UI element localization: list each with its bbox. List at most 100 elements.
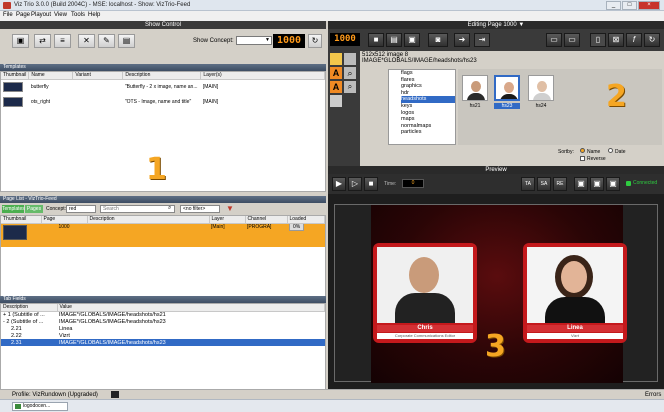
table-row[interactable]: - 2 (Subtitle of ... IMAGE*/GLOBALS/IMAG… [1,318,325,325]
sa-button[interactable]: SA [537,177,551,191]
concept-select[interactable]: red [66,205,96,213]
filter-select[interactable]: <no filter> [180,205,220,213]
search-tool-icon[interactable]: ⌕ [344,81,356,93]
zoom-tool-icon[interactable]: ⌕ [344,67,356,79]
ta-button[interactable]: TA [521,177,535,191]
play-button[interactable]: ▶ [332,177,346,191]
arrow-right-button[interactable]: ➜ [454,33,470,47]
col-layers[interactable]: Layer(s) [200,72,325,80]
page-number-display[interactable]: 1000 [273,34,305,48]
taskbar-item[interactable]: logodocen... [12,402,68,411]
tree-item[interactable]: normalmaps [401,123,455,130]
col-name[interactable]: Name [28,72,74,80]
thumb-hs21[interactable] [462,75,488,101]
out-button[interactable]: ▣ [404,33,420,47]
errors-label[interactable]: Errors [645,392,661,398]
table-row[interactable]: + 1 (Subtitle of ... IMAGE*/GLOBALS/IMAG… [1,311,325,318]
editing-page-number[interactable]: 1000 [330,33,360,46]
menu-view[interactable]: View [54,12,67,18]
edit-button[interactable]: ✎ [98,34,115,48]
transition-button[interactable]: ⊠ [608,33,624,47]
tree-item[interactable]: flares [401,77,455,84]
stop-button[interactable]: ■ [364,177,378,191]
col-thumbnail[interactable]: Thumbnail [1,72,30,80]
tree-item[interactable]: hdr [401,90,455,97]
table-row[interactable]: 2.21 Linea [1,325,325,332]
export-button[interactable]: ≡ [54,34,71,48]
filter-icon[interactable]: ▼ [226,204,234,213]
open-folder-button[interactable]: ▣ [12,34,29,48]
field-value[interactable]: Vizrt [57,332,325,339]
font-tool-icon-2[interactable]: A [330,81,342,93]
col-channel[interactable]: Channel [245,216,288,224]
col-loaded[interactable]: Loaded [287,216,325,224]
reverse-checkbox[interactable] [580,156,585,161]
take-button[interactable]: ■ [368,33,384,47]
person-view-button-2[interactable]: ▣ [590,177,604,191]
maximize-button[interactable]: □ [622,1,637,10]
tree-item[interactable]: particles [401,129,455,136]
table-row[interactable]: 1000 [Main] [PROGRA] 0% [1,223,325,247]
import-button[interactable]: ⇄ [34,34,51,48]
col-layer[interactable]: Layer [209,216,246,224]
function-button[interactable]: f [626,33,642,47]
tree-item[interactable]: maps [401,116,455,123]
refresh-button[interactable]: ↻ [308,34,322,48]
tree-item[interactable]: keys [401,103,455,110]
tree-item-selected[interactable]: headshots [401,96,455,103]
refresh-button[interactable]: ↻ [644,33,660,47]
tools-button[interactable]: ✕ [78,34,95,48]
sort-name-radio[interactable] [580,148,585,153]
col-description[interactable]: Description [122,72,202,80]
thumb-hs23[interactable] [494,75,520,101]
field-value[interactable]: IMAGE*/GLOBALS/IMAGE/headshots/hs21 [57,311,325,318]
sort-date-radio[interactable] [608,148,613,153]
table-row[interactable]: ots_right "OTS - Image, name and title" … [1,94,325,109]
tab-templates[interactable]: Templates [2,205,25,213]
field-value[interactable]: Linea [57,325,325,332]
re-button[interactable]: RE [553,177,567,191]
tree-item[interactable]: logos [401,110,455,117]
close-button[interactable]: × [638,1,660,10]
props-button[interactable]: ▯ [590,33,606,47]
save-as-button[interactable]: ▭ [564,33,580,47]
expand-icon[interactable]: + [3,312,6,318]
table-row-selected[interactable]: 2.31 IMAGE*/GLOBALS/IMAGE/headshots/hs23 [1,339,325,346]
show-concept-select[interactable]: ▼ [236,36,272,45]
menu-playout[interactable]: Playout [31,12,51,18]
search-input[interactable] [100,205,175,213]
minimize-button[interactable]: _ [606,1,621,10]
table-row[interactable]: butterfly "Butterfly - 2 x image, name a… [1,79,325,94]
field-value[interactable]: IMAGE*/GLOBALS/IMAGE/headshots/hs23 [57,339,325,346]
col-thumbnail[interactable]: Thumbnail [1,216,42,224]
col-variant[interactable]: Variant [72,72,124,80]
menu-tools[interactable]: Tools [71,12,85,18]
menu-page[interactable]: Page [16,12,30,18]
font-tool-icon[interactable]: A [330,67,342,79]
tree-item[interactable]: graphics [401,83,455,90]
tab-pages[interactable]: Pages [25,205,43,213]
disabled-button[interactable]: ⇥ [474,33,490,47]
save-button[interactable]: ▭ [546,33,562,47]
tree-item[interactable]: flags [401,70,455,77]
cursor-tool-icon[interactable] [330,95,342,107]
continue-button[interactable]: ▤ [386,33,402,47]
col-description[interactable]: Description [1,304,58,312]
menu-file[interactable]: File [3,12,13,18]
menu-help[interactable]: Help [88,12,100,18]
text-tool-icon[interactable] [330,53,342,65]
notes-button[interactable]: ▤ [118,34,135,48]
person-view-button[interactable]: ▣ [574,177,588,191]
image-tool-icon[interactable] [344,53,356,65]
field-value[interactable]: IMAGE*/GLOBALS/IMAGE/headshots/hs23 [57,318,325,325]
thumb-hs24[interactable] [528,75,554,101]
time-field[interactable]: 0 [402,179,424,188]
continue-play-button[interactable]: ▷ [348,177,362,191]
collapse-icon[interactable]: - [3,319,5,325]
person-view-button-3[interactable]: ▣ [606,177,620,191]
col-description[interactable]: Description [87,216,210,224]
table-row[interactable]: 2.22 Vizrt [1,332,325,339]
camera-button[interactable]: ◙ [428,33,448,47]
col-value[interactable]: Value [57,304,325,312]
col-page[interactable]: Page [41,216,88,224]
